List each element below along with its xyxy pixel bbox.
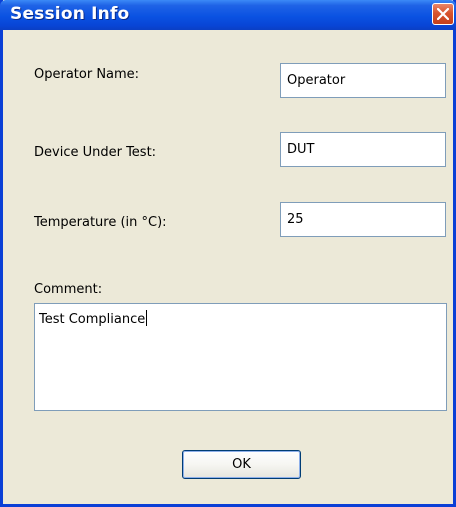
device-under-test-input[interactable] bbox=[280, 132, 446, 167]
title-bar[interactable]: Session Info bbox=[0, 0, 456, 30]
comment-textarea[interactable]: Test Compliance bbox=[34, 303, 447, 411]
device-under-test-label: Device Under Test: bbox=[34, 145, 157, 160]
temperature-input[interactable] bbox=[280, 202, 446, 237]
close-icon bbox=[437, 8, 449, 20]
close-button[interactable] bbox=[432, 3, 454, 25]
session-info-dialog: Session Info Operator Name: Device Under… bbox=[0, 0, 456, 507]
comment-text: Test Compliance bbox=[39, 312, 146, 327]
comment-label: Comment: bbox=[34, 282, 103, 297]
temperature-label: Temperature (in °C): bbox=[34, 215, 167, 230]
window-title: Session Info bbox=[10, 4, 130, 24]
text-caret bbox=[146, 310, 148, 326]
operator-name-input[interactable] bbox=[280, 63, 446, 98]
operator-name-label: Operator Name: bbox=[34, 67, 140, 82]
ok-button[interactable]: OK bbox=[182, 450, 301, 479]
